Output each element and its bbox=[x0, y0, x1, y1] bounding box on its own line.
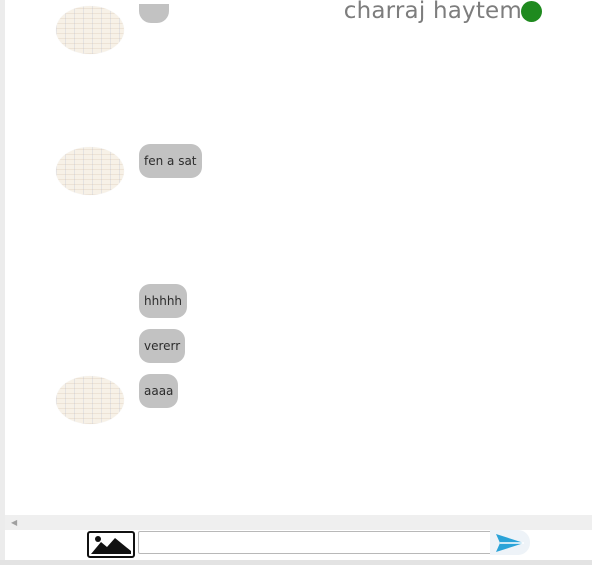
send-icon bbox=[496, 534, 524, 552]
message-bubble: hhhhh bbox=[139, 284, 188, 318]
send-button[interactable] bbox=[490, 530, 530, 555]
chat-window: charraj haytem fen a sat hhhhh vererr aa… bbox=[0, 0, 592, 565]
avatar bbox=[56, 147, 124, 195]
bottom-border bbox=[0, 560, 592, 565]
message-bubble: vererr bbox=[139, 329, 186, 363]
horizontal-scrollbar[interactable]: ◀ bbox=[5, 515, 592, 530]
image-icon bbox=[91, 536, 131, 554]
attach-image-button[interactable] bbox=[87, 531, 135, 558]
avatar bbox=[56, 376, 124, 424]
left-border bbox=[0, 0, 5, 565]
contact-name: charraj haytem bbox=[343, 0, 522, 24]
composer bbox=[5, 530, 592, 560]
message-input[interactable] bbox=[138, 531, 494, 554]
message-bubble: aaaa bbox=[139, 374, 179, 408]
avatar bbox=[56, 6, 124, 54]
message-bubble: fen a sat bbox=[139, 144, 202, 178]
message-bubble bbox=[139, 4, 169, 23]
scroll-left-icon[interactable]: ◀ bbox=[11, 518, 17, 527]
online-status-icon bbox=[521, 1, 542, 22]
